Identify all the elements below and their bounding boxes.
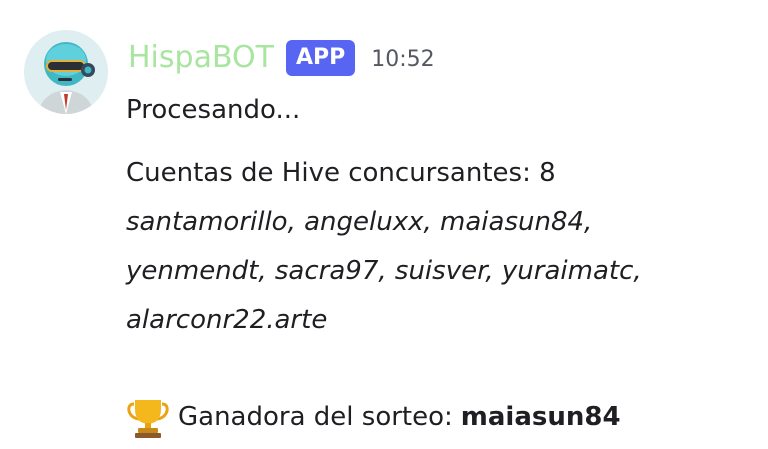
app-badge: APP — [285, 40, 356, 76]
message-header: HispaBOT APP 10:52 — [128, 36, 435, 80]
chat-message: HispaBOT APP 10:52 Procesando... Cuentas… — [0, 0, 768, 449]
trophy-icon — [126, 396, 170, 440]
message-content: Procesando... Cuentas de Hive concursant… — [126, 86, 746, 442]
message-timestamp[interactable]: 10:52 — [371, 38, 434, 82]
accounts-line: alarconr22.arte — [126, 305, 328, 335]
author-name[interactable]: HispaBOT — [128, 36, 274, 80]
winner-name: maiasun84 — [460, 402, 621, 432]
contestant-count: Cuentas de Hive concursantes: 8 — [126, 158, 556, 188]
robot-avatar-icon[interactable] — [24, 30, 108, 114]
winner-label: Ganadora del sorteo: — [178, 402, 453, 432]
status-text: Procesando... — [126, 95, 301, 125]
winner-line: Ganadora del sorteo: maiasun84 — [126, 393, 746, 442]
accounts-line: santamorillo, angeluxx, maiasun84, — [126, 207, 593, 237]
accounts-line: yenmendt, sacra97, suisver, yuraimatc, — [126, 256, 642, 286]
